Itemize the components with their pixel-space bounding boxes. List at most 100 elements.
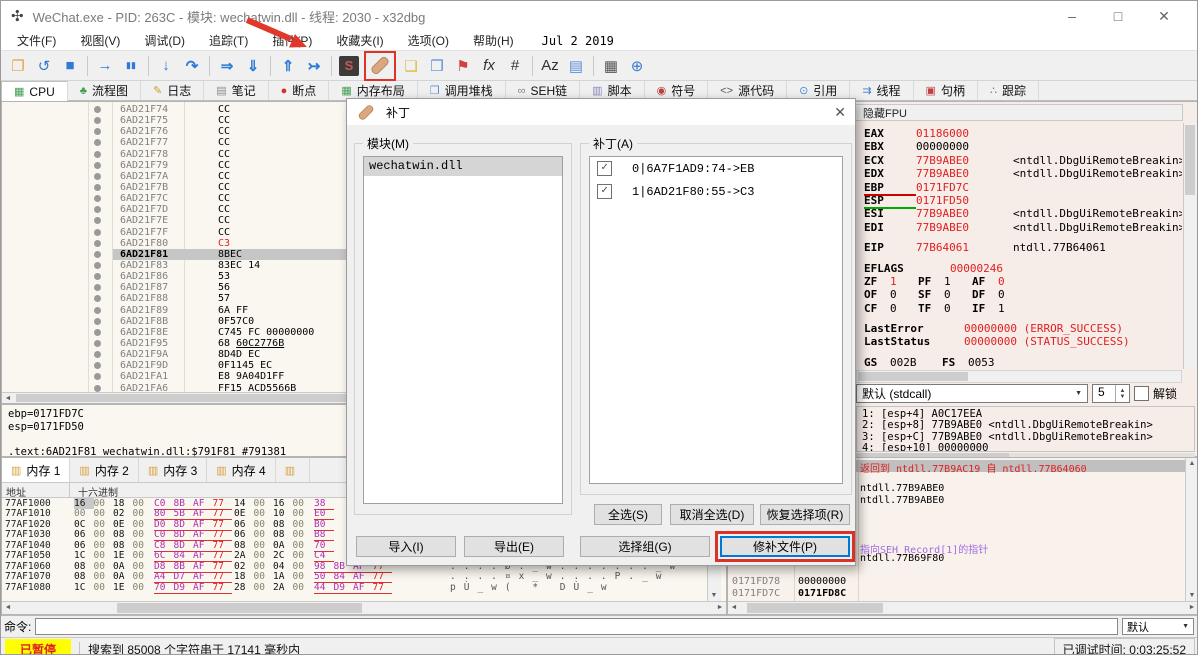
dump-hscrollbar[interactable]: ◄ ► [2,601,726,614]
patch-list-item[interactable]: ✓ 0|6A7F1AD9:74->EB [590,157,842,180]
breakpoint-dot-icon[interactable] [94,328,101,336]
globe-icon[interactable]: ⊕ [625,54,649,78]
run-to-selection-icon[interactable]: ⇒ [215,54,239,78]
label-icon[interactable]: ❒ [425,54,449,78]
modules-icon[interactable]: ▤ [564,54,588,78]
import-button[interactable]: 导入(I) [356,536,456,557]
export-button[interactable]: 导出(E) [464,536,564,557]
dialog-close-icon[interactable]: ✕ [834,104,846,121]
register-row[interactable]: EDX 77B9ABE0 <ntdll.DbgUiRemoteBreakin> [864,167,1182,180]
stack-vscrollbar[interactable]: ▲ ▼ [1185,458,1197,601]
spinner-arrows-icon[interactable]: ▲ ▼ [1115,385,1129,402]
register-row[interactable]: EDI 77B9ABE0 <ntdll.DbgUiRemoteBreakin> [864,221,1182,234]
breakpoint-dot-icon[interactable] [94,172,101,180]
argument-row[interactable]: 4: [esp+10] 00000000 [862,442,1194,451]
register-row[interactable]: ESI 77B9ABE0 <ntdll.DbgUiRemoteBreakin> [864,207,1182,220]
breakpoint-dot-icon[interactable] [94,306,101,314]
breakpoint-dot-icon[interactable] [94,284,101,292]
breakpoint-dot-icon[interactable] [94,384,101,392]
scroll-down-icon[interactable]: ▼ [708,590,720,601]
tab-breakpoint[interactable]: ● 断点 [269,81,330,100]
register-row[interactable]: GS 002B FS 0053 [864,356,1182,369]
menu-item-7[interactable]: 选项(O) [396,32,461,49]
breakpoint-dot-icon[interactable] [94,139,101,147]
step-over-icon[interactable]: ↷ [180,54,204,78]
scrollbar-thumb[interactable] [747,603,883,613]
dump-tab-2[interactable]: ▥ 内存 2 [70,458,139,482]
patch-checkbox[interactable]: ✓ [597,184,612,199]
breakpoint-dot-icon[interactable] [94,128,101,136]
scroll-down-icon[interactable]: ▼ [1186,590,1197,601]
register-row[interactable]: OF 0 SF 0 DF 0 [864,288,1182,301]
calling-convention-select[interactable]: 默认 (stdcall) ▼ [856,384,1088,403]
restore-selection-button[interactable]: 恢复选择项(R) [760,504,850,525]
function-icon[interactable]: fx [477,54,501,78]
scrollbar-thumb[interactable] [16,394,346,402]
dump-row[interactable]: 77AF1070 08 00 0A 00 A4 D7 AF 77 18 00 1A 00 50 84 AF 77… [2,571,705,584]
breakpoint-dot-icon[interactable] [94,362,101,370]
dump-tab-3[interactable]: ▥ 内存 3 [139,458,208,482]
maximize-button[interactable]: □ [1095,8,1141,25]
dump-tab-4[interactable]: ▥ 内存 4 [207,458,276,482]
calculator-icon[interactable]: ▦ [599,54,623,78]
register-row[interactable]: EIP 77B64061 ntdll.77B64061 [864,241,1182,254]
breakpoint-dot-icon[interactable] [94,273,101,281]
breakpoint-dot-icon[interactable] [94,317,101,325]
stack-row[interactable] [728,564,1185,576]
register-row[interactable]: ESP 0171FD50 [864,194,1182,209]
breakpoint-dot-icon[interactable] [94,373,101,381]
scylla-icon[interactable]: S [339,55,359,76]
select-all-button[interactable]: 全选(S) [594,504,662,525]
register-row[interactable]: LastError 00000000 (ERROR_SUCCESS) [864,322,1182,335]
breakpoint-dot-icon[interactable] [94,161,101,169]
hash-icon[interactable]: # [503,54,527,78]
breakpoint-dot-icon[interactable] [94,150,101,158]
scroll-left-icon[interactable]: ◄ [728,602,740,613]
scrollbar-thumb[interactable] [856,453,1009,457]
scrollbar-thumb[interactable] [858,372,968,381]
dump-tab-1[interactable]: ▥ 内存 1 [2,458,71,482]
restart-icon[interactable]: ↺ [32,54,56,78]
scroll-left-icon[interactable]: ◄ [2,393,14,403]
breakpoint-dot-icon[interactable] [94,228,101,236]
module-list[interactable]: wechatwin.dll [363,156,563,504]
select-group-button[interactable]: 选择组(G) [580,536,710,557]
pause-icon[interactable]: ▮▮ [119,54,143,78]
scroll-left-icon[interactable]: ◄ [2,602,14,613]
breakpoint-dot-icon[interactable] [94,239,101,247]
register-row[interactable]: EFLAGS 00000246 [864,262,1182,275]
argument-row[interactable]: 2: [esp+8] 77B9ABE0 <ntdll.DbgUiRemoteBr… [862,419,1194,431]
breakpoint-dot-icon[interactable] [94,261,101,269]
stop-icon[interactable]: ■ [58,54,82,78]
register-row[interactable]: LastStatus 00000000 (STATUS_SUCCESS) [864,335,1182,348]
register-row[interactable]: ZF 1 PF 1 AF 0 [864,275,1182,288]
bookmark-icon[interactable]: ⚑ [451,54,475,78]
argument-count-spinner[interactable]: 5 ▲ ▼ [1092,384,1130,403]
register-row[interactable]: EAX 01186000 [864,127,1182,140]
step-into-icon[interactable]: ↓ [154,54,178,78]
tab-trace[interactable]: ∴ 跟踪 [978,81,1039,100]
menu-item-1[interactable]: 文件(F) [5,32,68,49]
register-row[interactable]: EBP 0171FD7C [864,181,1182,196]
scrollbar-thumb[interactable] [1185,125,1195,195]
menu-item-6[interactable]: 收藏夹(I) [324,32,395,49]
run-to-user-code-icon[interactable]: ↣ [302,54,326,78]
menu-item-3[interactable]: 调试(D) [132,32,197,49]
patch-list[interactable]: ✓ 0|6A7F1AD9:74->EB ✓ 1|6AD21F80:55->C3 [589,156,843,484]
registers-hscrollbar[interactable] [856,370,1182,383]
register-row[interactable]: CF 0 TF 0 IF 1 [864,302,1182,315]
registers-vscrollbar[interactable] [1183,123,1196,369]
minimize-button[interactable]: – [1049,8,1095,25]
register-row[interactable]: EBX 00000000 [864,140,1182,153]
patch-icon[interactable] [368,54,392,78]
patch-checkbox[interactable]: ✓ [597,161,612,176]
tab-graph[interactable]: ♣ 流程图 [68,81,141,100]
stack-row[interactable]: 0171FD78 00000000 [728,576,1185,588]
menu-item-2[interactable]: 视图(V) [68,32,132,49]
strings-icon[interactable]: Az [538,54,562,78]
breakpoint-dot-icon[interactable] [94,106,101,113]
arguments-hscrollbar[interactable] [856,453,1195,457]
breakpoint-dot-icon[interactable] [94,117,101,125]
breakpoint-dot-icon[interactable] [94,339,101,347]
tab-log[interactable]: ✎ 日志 [141,81,205,100]
